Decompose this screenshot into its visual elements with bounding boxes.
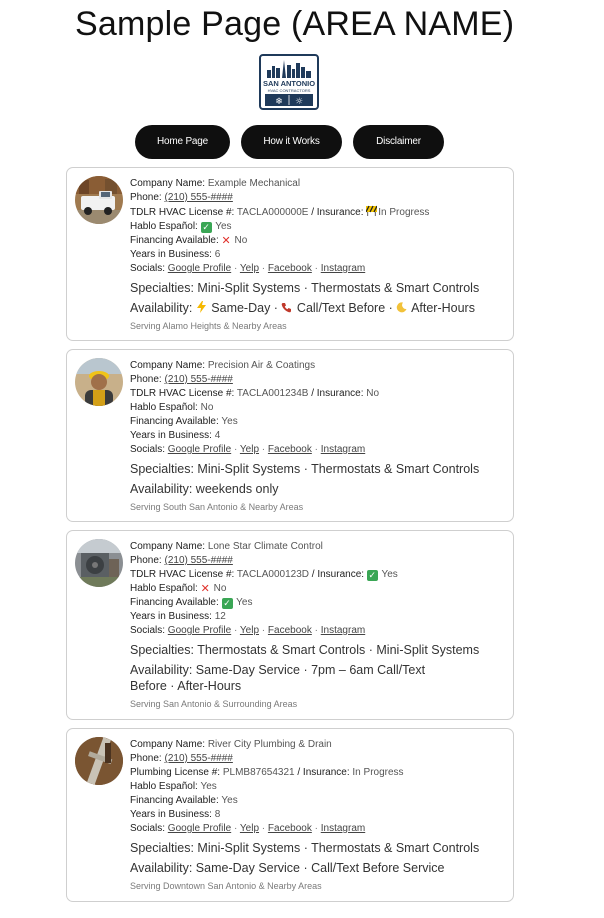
pipe-photo-icon <box>75 737 123 785</box>
company-name-row: Company Name: River City Plumbing & Drai… <box>130 739 332 750</box>
disclaimer-button[interactable]: Disclaimer <box>353 125 444 159</box>
financing-row: Financing Available: ✓ Yes <box>130 597 253 609</box>
spanish-row: Hablo Español: ✓ Yes <box>130 221 232 233</box>
instagram-link[interactable]: Instagram <box>321 823 365 834</box>
spanish-row: Hablo Español: ✕ No <box>130 583 227 595</box>
company-name: Example Mechanical <box>207 178 301 189</box>
financing-row: Financing Available: Yes <box>130 795 238 806</box>
serving-area: Serving Alamo Heights & Nearby Areas <box>130 321 287 331</box>
yelp-link[interactable]: Yelp <box>240 625 259 636</box>
years-row: Years in Business: 8 <box>130 809 221 820</box>
google-profile-link[interactable]: Google Profile <box>168 625 231 636</box>
financing-row: Financing Available: ✕ No <box>130 235 248 247</box>
home-page-button[interactable]: Home Page <box>135 125 230 159</box>
license-row: TDLR HVAC License #: TACLA000123D / Insu… <box>130 569 398 581</box>
facebook-link[interactable]: Facebook <box>268 444 312 455</box>
serving-area: Serving South San Antonio & Nearby Areas <box>130 502 304 512</box>
phone-link[interactable]: (210) 555-#### <box>164 374 232 385</box>
sun-icon: ☼ <box>295 97 303 107</box>
company-name-row: Company Name: Lone Star Climate Control <box>130 541 323 552</box>
contractor-card: Company Name: Lone Star Climate Control … <box>66 530 514 720</box>
spanish-row: Hablo Español: Yes <box>130 781 217 792</box>
instagram-link[interactable]: Instagram <box>321 263 365 274</box>
logo-graphic: SAN ANTONIO HVAC CONTRACTORS ❄ ☼ <box>263 60 315 107</box>
facebook-link[interactable]: Facebook <box>268 625 312 636</box>
instagram-link[interactable]: Instagram <box>321 625 365 636</box>
specialties-row: Specialties: Mini-Split Systems · Thermo… <box>130 462 480 476</box>
specialties-row: Specialties: Mini-Split Systems · Thermo… <box>130 281 480 295</box>
socials-row: Socials: Google Profile · Yelp · Faceboo… <box>130 444 366 455</box>
lightning-icon <box>196 301 207 313</box>
socials-row: Socials: Google Profile · Yelp · Faceboo… <box>130 263 366 274</box>
hvac-unit-photo-icon <box>75 539 123 587</box>
financing-row: Financing Available: Yes <box>130 416 238 427</box>
company-name-row: Company Name: Example Mechanical <box>130 178 301 189</box>
facebook-link[interactable]: Facebook <box>268 823 312 834</box>
construction-sign-icon <box>365 205 378 216</box>
serving-area: Serving Downtown San Antonio & Nearby Ar… <box>130 881 322 891</box>
google-profile-link[interactable]: Google Profile <box>168 263 231 274</box>
page-title: Sample Page (AREA NAME) <box>75 5 515 43</box>
availability-row: Availability: Same-Day · Call/Text Befor… <box>130 301 475 315</box>
yelp-link[interactable]: Yelp <box>240 823 259 834</box>
phone-link[interactable]: (210) 555-#### <box>164 555 232 566</box>
serving-area: Serving San Antonio & Surrounding Areas <box>130 699 298 709</box>
check-icon: ✓ <box>221 598 233 609</box>
snowflake-icon: ❄ <box>275 97 283 107</box>
years-row: Years in Business: 4 <box>130 430 221 441</box>
license-row: TDLR HVAC License #: TACLA001234B / Insu… <box>130 388 380 399</box>
worker-photo-icon <box>75 358 123 406</box>
site-logo[interactable]: SAN ANTONIO HVAC CONTRACTORS ❄ ☼ <box>259 54 319 110</box>
logo-text-line1: SAN ANTONIO <box>263 79 315 88</box>
check-icon: ✓ <box>200 222 212 233</box>
moon-icon <box>396 301 407 313</box>
specialties-row: Specialties: Thermostats & Smart Control… <box>130 643 480 657</box>
specialties-row: Specialties: Mini-Split Systems · Thermo… <box>130 841 480 855</box>
phone-row: Phone: (210) 555-#### <box>130 192 233 203</box>
spanish-row: Hablo Español: No <box>130 402 214 413</box>
phone-row: Phone: (210) 555-#### <box>130 753 233 764</box>
how-it-works-button[interactable]: How it Works <box>241 125 342 159</box>
availability-row: Availability: Same-Day Service · Call/Te… <box>130 861 445 875</box>
logo-text-line2: HVAC CONTRACTORS <box>268 88 311 93</box>
google-profile-link[interactable]: Google Profile <box>168 444 231 455</box>
license-row: Plumbing License #: PLMB87654321 / Insur… <box>130 767 404 778</box>
cross-icon: ✕ <box>221 235 231 247</box>
phone-link[interactable]: (210) 555-#### <box>164 753 232 764</box>
contractor-card: Company Name: Example Mechanical Phone: … <box>66 167 514 341</box>
company-name: River City Plumbing & Drain <box>207 739 332 750</box>
years-row: Years in Business: 6 <box>130 249 221 260</box>
phone-icon <box>281 301 292 313</box>
license-row: TDLR HVAC License #: TACLA000000E / Insu… <box>130 205 430 218</box>
google-profile-link[interactable]: Google Profile <box>168 823 231 834</box>
instagram-link[interactable]: Instagram <box>321 444 365 455</box>
company-name: Lone Star Climate Control <box>207 541 323 552</box>
years-row: Years in Business: 12 <box>130 611 226 622</box>
truck-photo-icon <box>75 176 123 224</box>
main-nav: Home Page How it Works Disclaimer <box>0 125 604 159</box>
contractor-card: Company Name: Precision Air & Coatings P… <box>66 349 514 522</box>
phone-link[interactable]: (210) 555-#### <box>164 192 232 203</box>
contractor-card: Company Name: River City Plumbing & Drai… <box>66 728 514 902</box>
company-name-row: Company Name: Precision Air & Coatings <box>130 360 316 371</box>
phone-row: Phone: (210) 555-#### <box>130 374 233 385</box>
socials-row: Socials: Google Profile · Yelp · Faceboo… <box>130 823 366 834</box>
yelp-link[interactable]: Yelp <box>240 444 259 455</box>
phone-row: Phone: (210) 555-#### <box>130 555 233 566</box>
cross-icon: ✕ <box>200 583 210 595</box>
company-name: Precision Air & Coatings <box>207 360 316 371</box>
socials-row: Socials: Google Profile · Yelp · Faceboo… <box>130 625 366 636</box>
availability-row: Availability: weekends only <box>130 482 279 496</box>
check-icon: ✓ <box>366 570 378 581</box>
availability-row: Availability: Same-Day Service · 7pm – 6… <box>130 663 426 693</box>
yelp-link[interactable]: Yelp <box>240 263 259 274</box>
facebook-link[interactable]: Facebook <box>268 263 312 274</box>
